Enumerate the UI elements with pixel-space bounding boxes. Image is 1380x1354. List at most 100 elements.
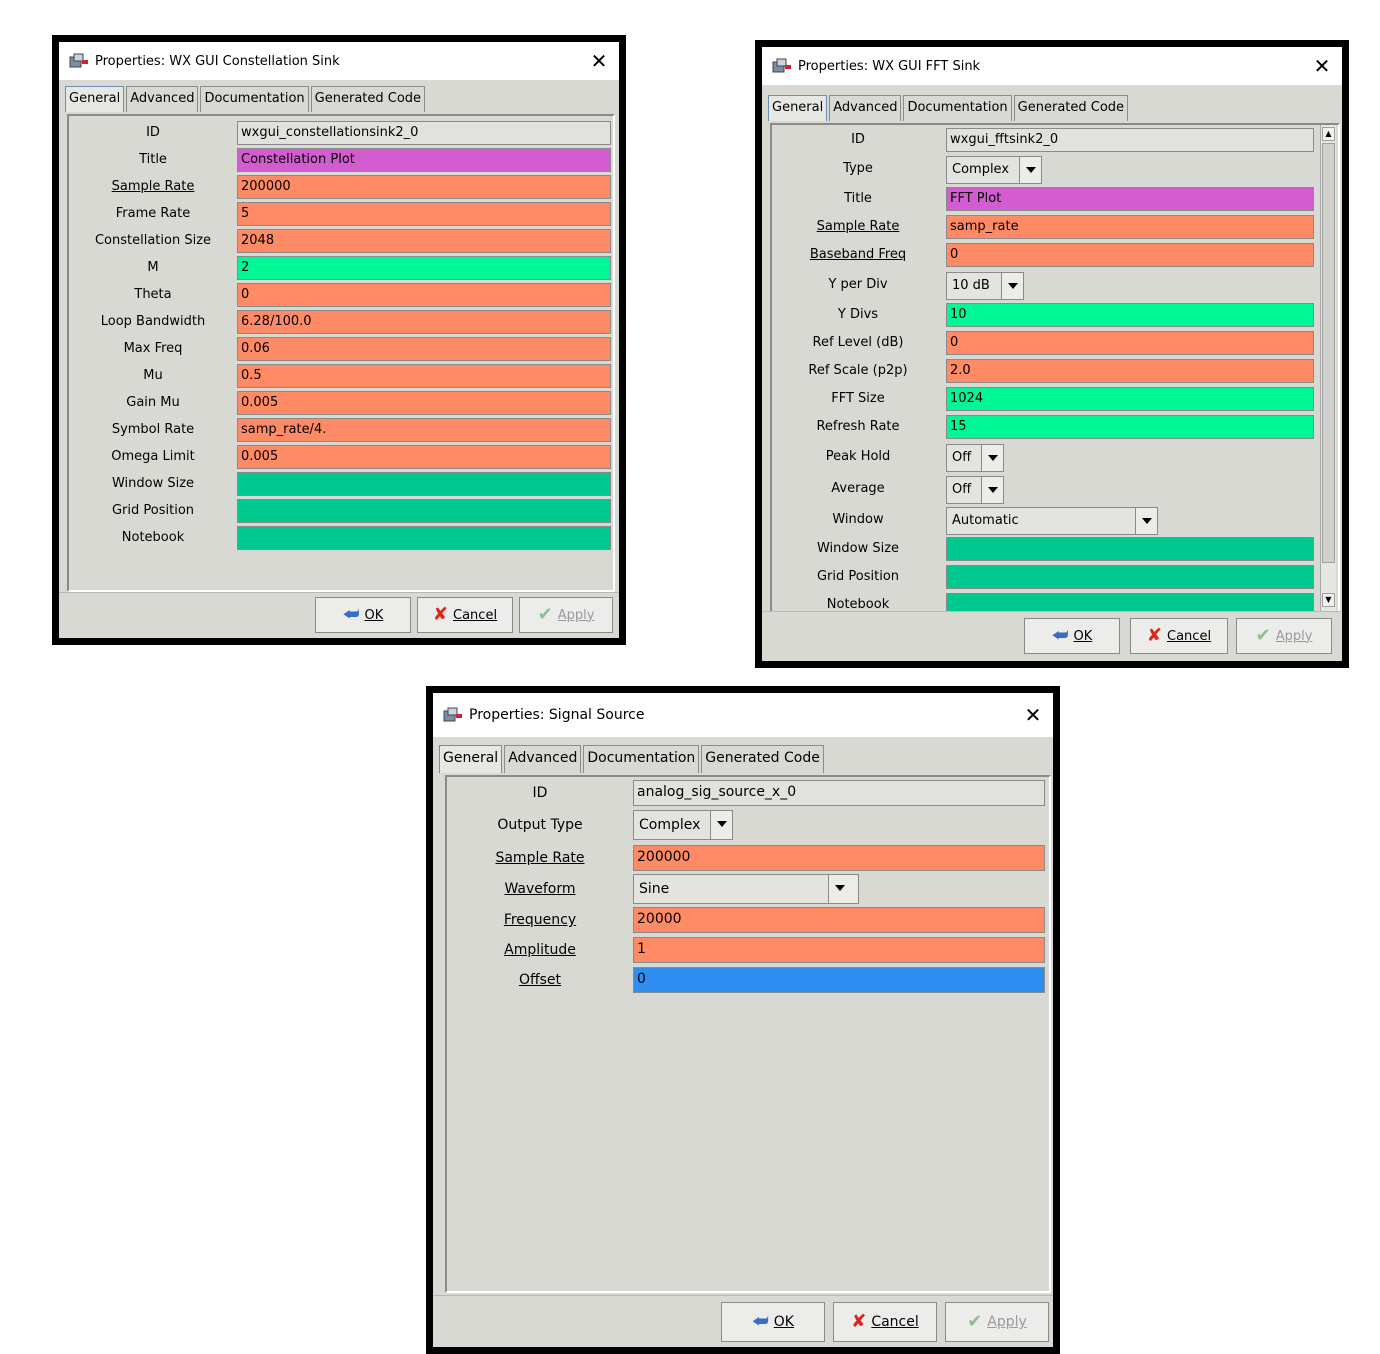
param-label: Max Freq	[123, 341, 183, 356]
param-label: Grid Position	[816, 569, 900, 584]
param-row: Max Freq 0.06	[69, 336, 613, 362]
scroll-down-icon[interactable]: ▼	[1322, 593, 1335, 607]
baseband-freq-field[interactable]: 0	[946, 243, 1314, 267]
params-panel: ID wxgui_constellationsink2_0 Title Conste…	[67, 114, 615, 592]
refresh-rate-field[interactable]: 15	[946, 415, 1314, 439]
grid-position-field[interactable]	[946, 565, 1314, 589]
param-row: Title FFT Plot	[772, 186, 1338, 212]
param-label: Y per Div	[828, 277, 888, 292]
offset-field[interactable]: 0	[633, 967, 1045, 993]
output-type-dropdown[interactable]: Complex	[633, 810, 733, 840]
param-label: Waveform	[504, 881, 576, 897]
param-row: Notebook	[772, 592, 1338, 611]
frequency-field[interactable]: 20000	[633, 907, 1045, 933]
close-icon[interactable]: ✕	[579, 49, 619, 73]
y-per-div-dropdown[interactable]: 10 dB	[946, 272, 1024, 300]
cancel-button[interactable]: ✘ Cancel	[417, 597, 513, 633]
peak-hold-dropdown[interactable]: Off	[946, 444, 1004, 472]
param-row: Grid Position	[69, 498, 613, 524]
param-row: Symbol Rate samp_rate/4.	[69, 417, 613, 443]
tab-general[interactable]: General	[439, 745, 503, 773]
tab-advanced[interactable]: Advanced	[504, 745, 582, 773]
param-row: FFT Size 1024	[772, 386, 1338, 412]
scroll-up-icon[interactable]: ▲	[1322, 127, 1335, 141]
title-field[interactable]: Constellation Plot	[237, 148, 611, 172]
scroll-thumb[interactable]	[1322, 143, 1335, 563]
properties-icon	[443, 706, 463, 724]
m-field[interactable]: 2	[237, 256, 611, 280]
gain-mu-field[interactable]: 0.005	[237, 391, 611, 415]
cancel-button[interactable]: ✘ Cancel	[1130, 618, 1228, 654]
apply-check-icon: ✔	[1255, 625, 1271, 646]
mu-field[interactable]: 0.5	[237, 364, 611, 388]
button-bar: ⮨ OK ✘ Cancel ✔ Apply	[762, 611, 1342, 661]
scrollbar[interactable]: ▲ ▼	[1320, 125, 1336, 611]
apply-button[interactable]: ✔ Apply	[519, 597, 613, 633]
chevron-down-icon	[1135, 508, 1157, 534]
y-divs-field[interactable]: 10	[946, 303, 1314, 327]
title-bar: Properties: WX GUI FFT Sink ✕	[762, 47, 1342, 85]
omega-limit-field[interactable]: 0.005	[237, 445, 611, 469]
close-icon[interactable]: ✕	[1013, 703, 1053, 727]
grid-position-field[interactable]	[237, 499, 611, 523]
sample-rate-field[interactable]: 200000	[237, 175, 611, 199]
param-label: ID	[851, 132, 865, 147]
symbol-rate-field[interactable]: samp_rate/4.	[237, 418, 611, 442]
apply-button[interactable]: ✔ Apply	[1236, 618, 1332, 654]
param-row: Window Size	[69, 471, 613, 497]
tab-generated-code[interactable]: Generated Code	[701, 745, 824, 773]
type-dropdown[interactable]: Complex	[946, 156, 1042, 184]
tab-general[interactable]: General	[768, 95, 828, 121]
param-label: ID	[146, 125, 160, 140]
param-label: Loop Bandwidth	[100, 314, 206, 329]
average-dropdown[interactable]: Off	[946, 476, 1004, 504]
window-size-field[interactable]	[237, 472, 611, 496]
waveform-dropdown[interactable]: Sine	[633, 874, 859, 904]
param-row: Offset 0	[447, 966, 1049, 994]
param-label: Offset	[518, 972, 562, 988]
title-field[interactable]: FFT Plot	[946, 187, 1314, 211]
ok-button[interactable]: ⮨ OK	[721, 1302, 825, 1342]
id-field[interactable]: analog_sig_source_x_0	[633, 780, 1045, 806]
tab-documentation[interactable]: Documentation	[200, 86, 309, 112]
param-label: Sample Rate	[111, 179, 195, 194]
loop-bandwidth-field[interactable]: 6.28/100.0	[237, 310, 611, 334]
param-row: Loop Bandwidth 6.28/100.0	[69, 309, 613, 335]
theta-field[interactable]: 0	[237, 283, 611, 307]
tab-advanced[interactable]: Advanced	[126, 86, 199, 112]
param-row: Grid Position	[772, 564, 1338, 590]
window-dropdown[interactable]: Automatic	[946, 507, 1158, 535]
sample-rate-field[interactable]: 200000	[633, 845, 1045, 871]
tab-documentation[interactable]: Documentation	[583, 745, 700, 773]
param-label: Frame Rate	[115, 206, 191, 221]
tab-documentation[interactable]: Documentation	[903, 95, 1012, 121]
fft-size-field[interactable]: 1024	[946, 387, 1314, 411]
chevron-down-icon	[828, 875, 858, 903]
ref-level-field[interactable]: 0	[946, 331, 1314, 355]
apply-button[interactable]: ✔ Apply	[945, 1302, 1049, 1342]
ref-scale-field[interactable]: 2.0	[946, 359, 1314, 383]
tab-advanced[interactable]: Advanced	[829, 95, 902, 121]
param-row: Output Type Complex	[447, 810, 1049, 840]
id-field[interactable]: wxgui_fftsink2_0	[946, 128, 1314, 152]
max-freq-field[interactable]: 0.06	[237, 337, 611, 361]
tab-generated-code[interactable]: Generated Code	[1013, 95, 1129, 121]
ok-button[interactable]: ⮨ OK	[315, 597, 411, 633]
chevron-down-icon	[981, 445, 1003, 471]
amplitude-field[interactable]: 1	[633, 937, 1045, 963]
param-label: Baseband Freq	[809, 247, 907, 262]
tab-general[interactable]: General	[65, 86, 125, 112]
notebook-field[interactable]	[237, 526, 611, 550]
param-row: ID wxgui_fftsink2_0	[772, 127, 1338, 153]
ok-button[interactable]: ⮨ OK	[1024, 618, 1120, 654]
dialog-title: Properties: WX GUI Constellation Sink	[95, 53, 340, 69]
frame-rate-field[interactable]: 5	[237, 202, 611, 226]
window-size-field[interactable]	[946, 537, 1314, 561]
cancel-button[interactable]: ✘ Cancel	[833, 1302, 937, 1342]
notebook-field[interactable]	[946, 593, 1314, 611]
constellation-size-field[interactable]: 2048	[237, 229, 611, 253]
sample-rate-field[interactable]: samp_rate	[946, 215, 1314, 239]
id-field[interactable]: wxgui_constellationsink2_0	[237, 121, 611, 145]
tab-generated-code[interactable]: Generated Code	[310, 86, 426, 112]
close-icon[interactable]: ✕	[1302, 54, 1342, 78]
